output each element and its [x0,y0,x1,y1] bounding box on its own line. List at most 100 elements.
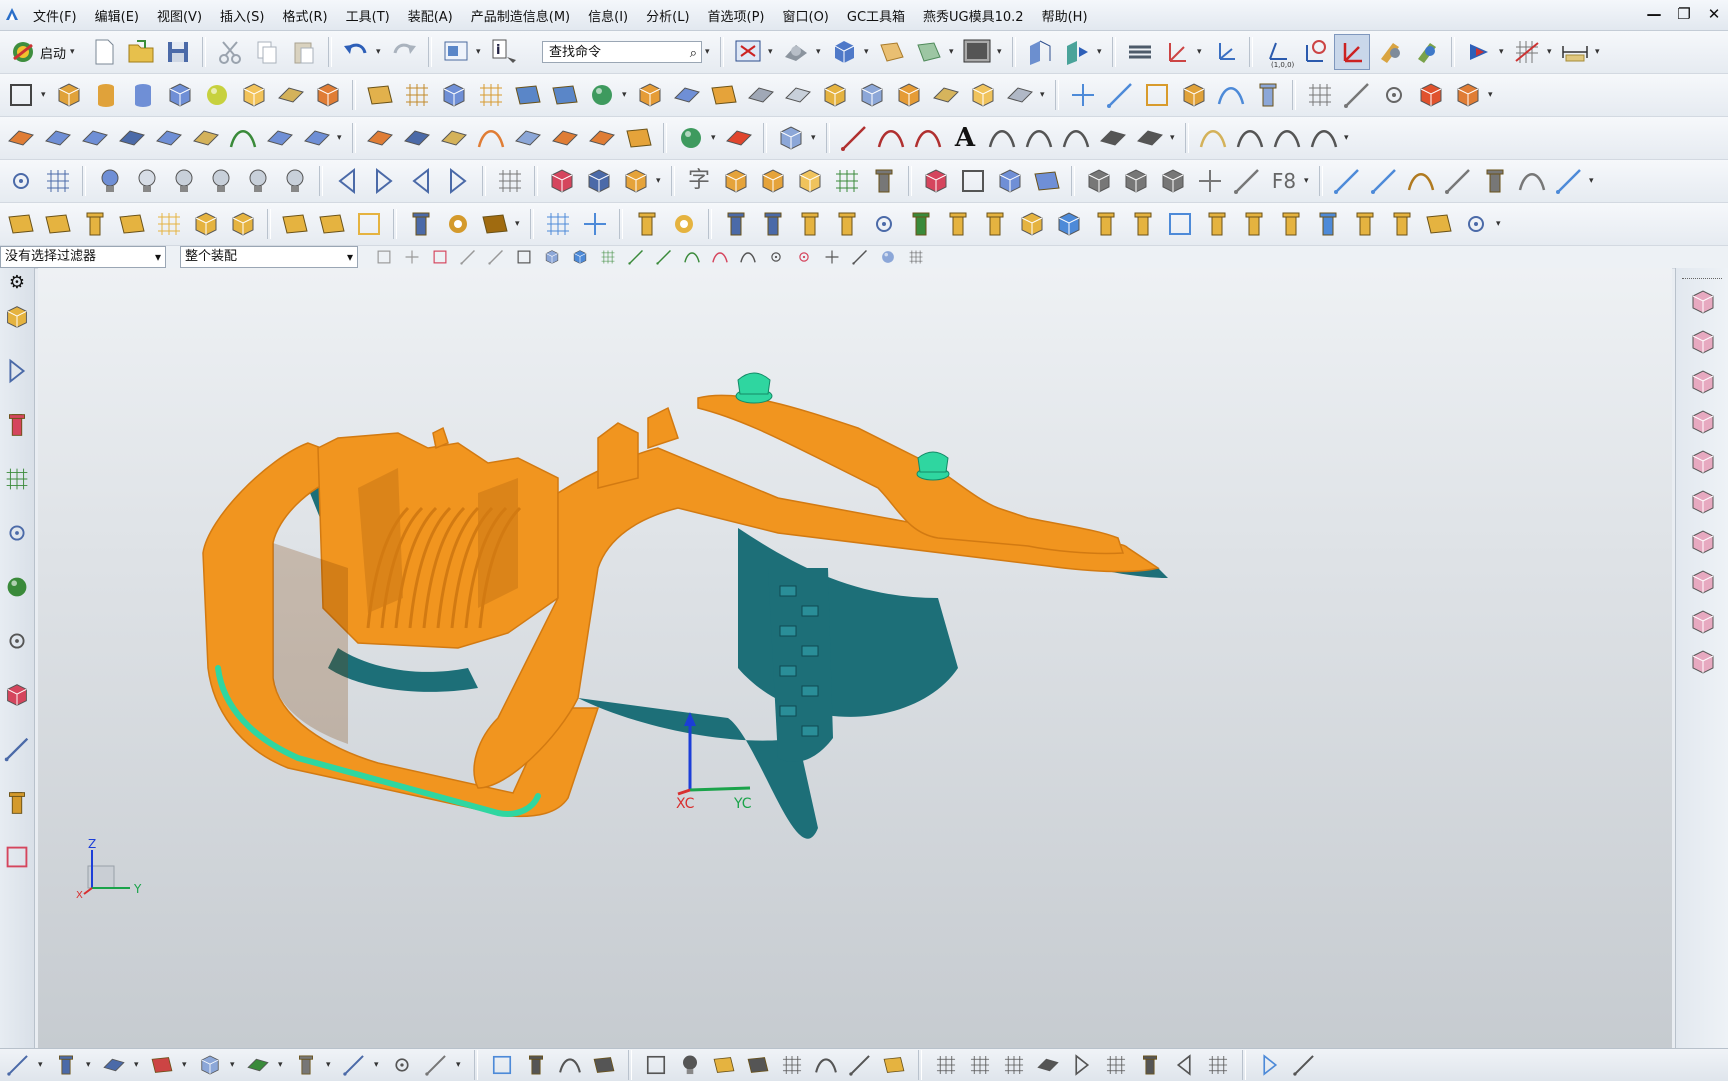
flex-icon[interactable] [1214,78,1248,112]
snap-mid-icon[interactable] [626,247,646,267]
menu-item-13[interactable]: 燕秀UG模具10.2 [914,6,1033,25]
trim-body-icon[interactable] [670,78,704,112]
web-browser-icon[interactable] [1,571,33,613]
wcs-display-icon[interactable] [1334,34,1371,70]
save-icon[interactable] [161,35,195,69]
bottom-hash-icon[interactable] [1000,1051,1028,1079]
hole-icon[interactable] [437,78,471,112]
mold-pin2-icon[interactable] [1089,207,1123,241]
shaded-cube-icon[interactable] [827,35,861,69]
bottom-text-icon[interactable] [340,1051,368,1079]
swept-icon[interactable] [152,121,186,155]
cleanup-icon[interactable] [867,164,901,198]
zoom-corner-icon[interactable] [1552,164,1586,198]
bottom-frame-icon[interactable] [488,1051,516,1079]
bottom-t-icon[interactable] [1136,1051,1164,1079]
mold-pin-icon[interactable] [78,207,112,241]
bottom-down-icon[interactable] [1256,1051,1284,1079]
mold-tab-icon[interactable] [1052,207,1086,241]
move-object-icon[interactable] [585,78,619,112]
mold-gauge-icon[interactable] [1459,207,1493,241]
system-materials-icon[interactable] [1,679,33,721]
array-icon[interactable] [474,78,508,112]
f8-view-button[interactable]: F8 [1267,164,1301,198]
general-select-icon[interactable] [402,247,422,267]
combine-icon[interactable] [633,78,667,112]
menu-item-9[interactable]: 分析(L) [637,6,698,25]
face-analysis-icon[interactable] [674,121,708,155]
mold-spring-icon[interactable] [630,207,664,241]
section-curve-icon[interactable] [1133,121,1167,155]
paste-icon[interactable] [287,35,321,69]
wcs-origin-icon[interactable]: (1,0,0) [1260,35,1294,69]
bottom-cube-icon[interactable] [196,1051,224,1079]
circle-tool-icon[interactable] [1377,78,1411,112]
bent-tab-icon[interactable] [1119,164,1153,198]
history-icon[interactable] [1,625,33,667]
intersect-curve-icon[interactable] [1059,121,1093,155]
bottom-ruler-icon[interactable] [4,1051,32,1079]
boolean-icon[interactable] [892,78,926,112]
mold-frame-icon2[interactable] [352,207,386,241]
layer-folder-icon[interactable] [875,35,909,69]
process-studio-icon[interactable] [1,733,33,775]
line-2pt-icon[interactable] [1330,164,1364,198]
snap2-icon[interactable] [486,247,506,267]
mold-clamp-icon[interactable] [478,207,512,241]
view-section-icon[interactable] [1060,35,1094,69]
next-view-icon[interactable] [367,164,401,198]
mold-bolt-icon[interactable] [1274,207,1308,241]
sphere-icon[interactable] [200,78,234,112]
mold-cooling-icon[interactable] [867,207,901,241]
layer-settings-icon[interactable] [912,35,946,69]
extrude-icon[interactable] [52,78,86,112]
ruled-icon[interactable] [41,121,75,155]
bottom-pen-icon[interactable] [100,1051,128,1079]
menu-item-2[interactable]: 视图(V) [148,6,211,25]
bottom-arc-icon[interactable] [556,1051,584,1079]
new-file-icon[interactable] [87,35,121,69]
bottom-hammer-icon[interactable] [148,1051,176,1079]
point-set-icon[interactable] [1478,164,1512,198]
line-pt-icon[interactable] [1367,164,1401,198]
connect-icon[interactable] [1140,78,1174,112]
trim-curve-icon[interactable] [1233,121,1267,155]
pattern-icon[interactable] [400,78,434,112]
project-curve-icon[interactable] [1022,121,1056,155]
angle-icon[interactable] [1441,164,1475,198]
display-frame-icon[interactable] [439,35,473,69]
hide-icon[interactable] [204,164,238,198]
guide-pin-1[interactable] [735,372,773,404]
bottom-flip-icon[interactable] [1170,1051,1198,1079]
mold-block-icon[interactable] [1015,207,1049,241]
view-orient-icon[interactable] [1023,35,1057,69]
point-cross-icon[interactable] [1193,164,1227,198]
revolve-icon[interactable] [89,78,123,112]
layer-stack-icon[interactable] [1123,35,1157,69]
extend-sheet-icon[interactable] [437,121,471,155]
show-all-icon[interactable] [167,164,201,198]
snap-intersect-icon[interactable] [710,247,730,267]
part-navigator-icon[interactable] [1,409,33,451]
copy-icon[interactable] [250,35,284,69]
select-filter-icon[interactable] [374,247,394,267]
type-filter-select[interactable]: 没有选择过滤器 [0,246,166,268]
command-search-input[interactable]: 查找命令 ⌕ [542,41,703,63]
explode-icon[interactable] [545,164,579,198]
offset-surface-icon[interactable] [363,121,397,155]
slot-icon[interactable] [993,164,1027,198]
through-mesh-icon[interactable] [78,121,112,155]
bottom-sheet-icon[interactable] [1034,1051,1062,1079]
light-bulb-off-icon[interactable] [130,164,164,198]
bottom-plane2-icon[interactable] [880,1051,908,1079]
restore-button[interactable]: ❐ [1676,5,1692,23]
measure-bar-icon[interactable] [1103,78,1137,112]
guide-pin-2[interactable] [916,451,950,481]
view-isometric-icon[interactable] [1686,325,1720,359]
start-button[interactable]: 启动 ▾ [4,36,84,68]
bottom-doc-icon[interactable] [52,1051,80,1079]
chamfer-icon[interactable] [781,78,815,112]
shell-icon[interactable] [237,78,271,112]
menu-item-6[interactable]: 装配(A) [399,6,462,25]
mold-guide-icon[interactable] [978,207,1012,241]
